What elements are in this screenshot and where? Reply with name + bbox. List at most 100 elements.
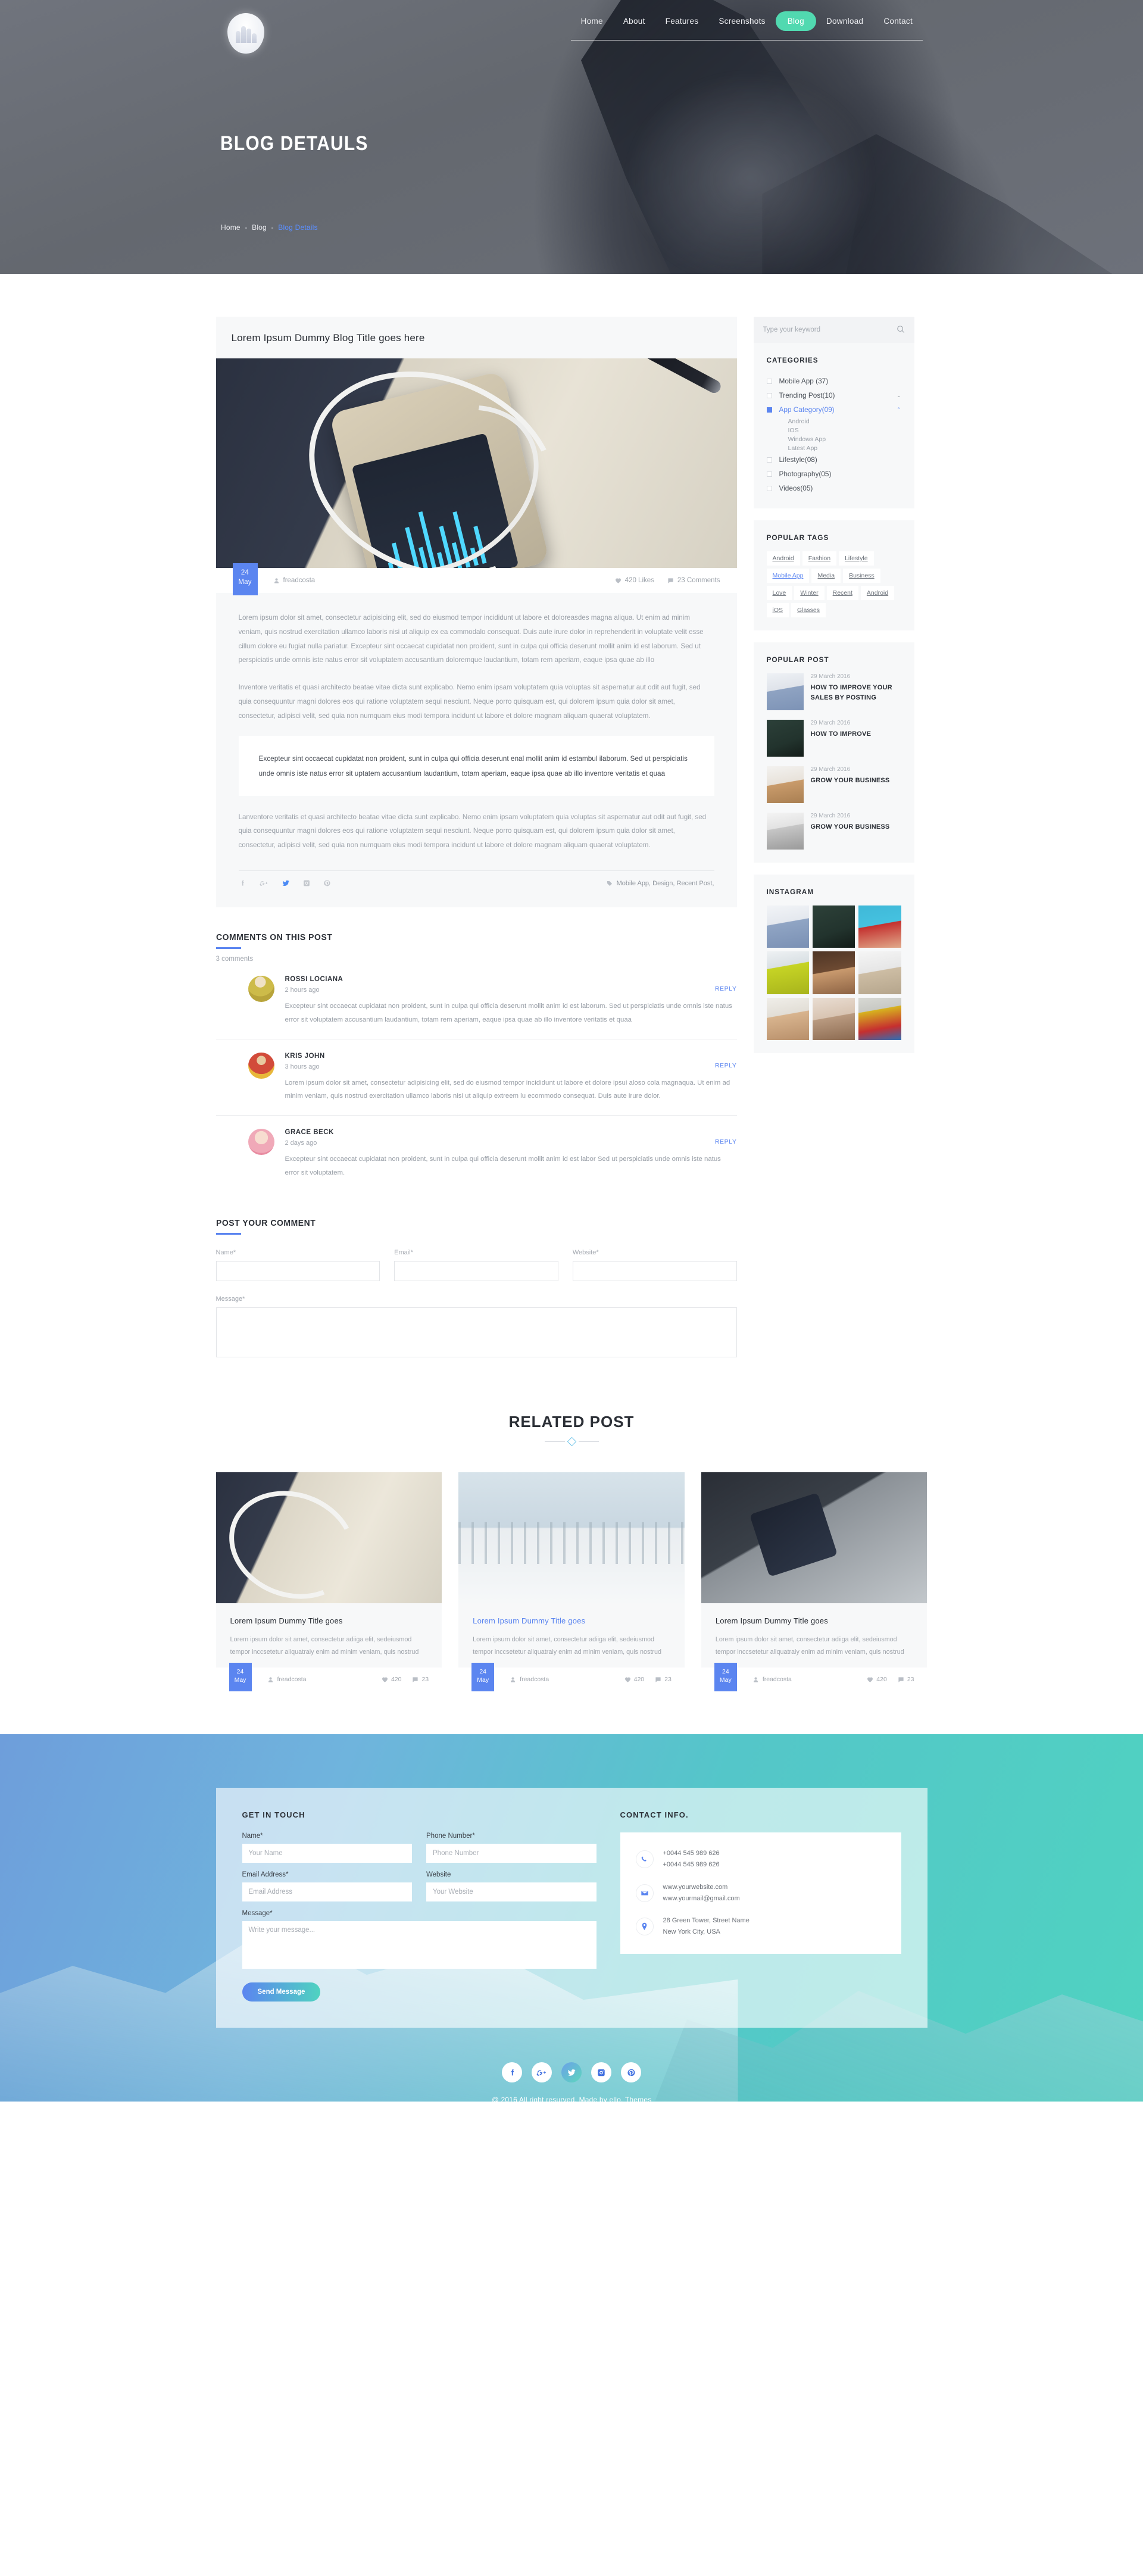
category-item-app-category[interactable]: App Category(09) ⌃ [766, 402, 901, 417]
comment-website-input[interactable] [572, 1260, 737, 1281]
twitter-icon[interactable] [561, 2062, 582, 2083]
footer-message-textarea[interactable] [242, 1921, 597, 1969]
category-item-lifestyle[interactable]: Lifestyle(08) [766, 452, 901, 467]
instagram-thumb[interactable] [858, 997, 901, 1041]
instagram-thumb[interactable] [766, 905, 809, 948]
nav-item-home[interactable]: Home [571, 11, 613, 32]
instagram-thumb[interactable] [858, 905, 901, 948]
comment-author: GRACE BECK [285, 1129, 334, 1136]
comment-item: GRACE BECK 2 days ago REPLY Excepteur si… [216, 1116, 737, 1192]
related-post-card[interactable]: Lorem Ipsum Dummy Title goes Lorem ipsum… [458, 1472, 685, 1692]
chevron-up-icon[interactable]: ⌃ [897, 407, 901, 413]
tag-chip[interactable]: Media [811, 569, 841, 583]
popular-post-item[interactable]: 29 March 2016 GROW YOUR BUSINESS [766, 766, 901, 803]
nav-item-contact[interactable]: Contact [873, 11, 923, 32]
category-item-photography[interactable]: Photography(05) [766, 467, 901, 481]
pinterest-icon[interactable] [621, 2062, 641, 2083]
related-post-card[interactable]: Lorem Ipsum Dummy Title goes Lorem ipsum… [701, 1472, 927, 1692]
popular-post-item[interactable]: 29 March 2016 GROW YOUR BUSINESS [766, 813, 901, 850]
google-plus-icon[interactable] [260, 879, 268, 887]
contact-address-2: New York City, USA [663, 1928, 720, 1936]
post-blockquote: Excepteur sint occaecat cupidatat non pr… [238, 736, 714, 796]
category-checkbox[interactable] [766, 407, 772, 413]
tag-chip[interactable]: iOS [766, 603, 789, 617]
instagram-icon[interactable] [591, 2062, 611, 2083]
category-checkbox[interactable] [766, 485, 772, 491]
footer-website-input[interactable] [426, 1882, 597, 1902]
subcategory-item[interactable]: Latest App [788, 444, 901, 452]
post-paragraph-3: Lanventore veritatis et quasi architecto… [238, 813, 707, 850]
instagram-thumb[interactable] [766, 997, 809, 1041]
breadcrumb-home[interactable]: Home [221, 223, 241, 232]
tag-chip[interactable]: Lifestyle [839, 551, 874, 566]
comment-reply-link[interactable]: REPLY [715, 1138, 737, 1145]
popular-post-title: POPULAR POST [766, 655, 829, 664]
subcategory-item[interactable]: IOS [788, 426, 901, 435]
chevron-down-icon[interactable]: ⌄ [897, 392, 901, 399]
tag-chip[interactable]: Business [843, 569, 880, 583]
related-post-card[interactable]: Lorem Ipsum Dummy Title goes Lorem ipsum… [216, 1472, 442, 1692]
popular-post-date: 29 March 2016 [810, 766, 851, 773]
tag-chip[interactable]: Fashion [802, 551, 837, 566]
tag-chip[interactable]: Android [860, 586, 895, 600]
instagram-thumb[interactable] [766, 951, 809, 994]
facebook-icon[interactable] [239, 879, 246, 887]
google-plus-icon[interactable] [532, 2062, 552, 2083]
related-post-likes-count: 420 [391, 1676, 402, 1684]
popular-post-item[interactable]: 29 March 2016 HOW TO IMPROVE [766, 720, 901, 757]
footer-name-input[interactable] [242, 1844, 412, 1863]
breadcrumb-blog[interactable]: Blog [252, 223, 267, 232]
pinterest-icon[interactable] [323, 879, 330, 887]
category-checkbox[interactable] [766, 457, 772, 463]
popular-post-item[interactable]: 29 March 2016 HOW TO IMPROVE YOUR SALES … [766, 673, 901, 710]
search-input[interactable] [753, 317, 897, 343]
related-post-excerpt: Lorem ipsum dolor sit amet, consectetur … [715, 1635, 904, 1656]
comment-email-input[interactable] [394, 1260, 558, 1281]
nav-item-blog[interactable]: Blog [775, 11, 816, 31]
tag-chip[interactable]: Winter [794, 586, 825, 600]
nav-item-about[interactable]: About [613, 11, 655, 32]
category-item-trending-post[interactable]: Trending Post(10) ⌄ [766, 388, 901, 402]
tag-chip[interactable]: Mobile App [766, 569, 810, 583]
related-post-likes-count: 420 [876, 1676, 887, 1684]
category-item-mobile-app[interactable]: Mobile App (37) [766, 374, 901, 388]
related-post-date-day: 24 [722, 1668, 729, 1676]
nav-item-features[interactable]: Features [655, 11, 709, 32]
category-checkbox[interactable] [766, 378, 772, 384]
twitter-icon[interactable] [282, 879, 290, 887]
instagram-thumb[interactable] [812, 997, 855, 1041]
comment-name-input[interactable] [216, 1260, 380, 1281]
categories-title: CATEGORIES [766, 356, 819, 364]
nav-item-download[interactable]: Download [816, 11, 873, 32]
related-post-likes: 420 [382, 1676, 402, 1684]
site-logo[interactable] [227, 13, 264, 54]
instagram-title: INSTAGRAM [766, 888, 814, 896]
popular-post-thumbnail [766, 673, 804, 710]
comment-message-textarea[interactable] [216, 1307, 737, 1357]
tag-chip[interactable]: Android [766, 551, 800, 566]
footer-email-input[interactable] [242, 1882, 412, 1902]
tag-chip[interactable]: Recent [826, 586, 858, 600]
tag-chip[interactable]: Glasses [791, 603, 826, 617]
related-post-title: Lorem Ipsum Dummy Title goes [473, 1616, 586, 1625]
post-footer: Mobile App, Design, Recent Post, [238, 870, 714, 897]
subcategory-item[interactable]: Windows App [788, 435, 901, 444]
instagram-icon[interactable] [303, 879, 310, 887]
related-post-image [216, 1472, 442, 1603]
search-button[interactable] [897, 325, 914, 335]
comment-reply-link[interactable]: REPLY [715, 1062, 737, 1069]
instagram-thumb[interactable] [812, 951, 855, 994]
comment-reply-link[interactable]: REPLY [715, 985, 737, 992]
facebook-icon[interactable] [502, 2062, 522, 2083]
category-item-videos[interactable]: Videos(05) [766, 481, 901, 495]
instagram-thumb[interactable] [812, 905, 855, 948]
subcategory-item[interactable]: Android [788, 417, 901, 426]
tag-chip[interactable]: Love [766, 586, 792, 600]
category-checkbox[interactable] [766, 392, 772, 398]
send-message-button[interactable]: Send Message [242, 1982, 321, 2002]
nav-item-screenshots[interactable]: Screenshots [708, 11, 775, 32]
footer-phone-input[interactable] [426, 1844, 597, 1863]
instagram-thumb[interactable] [858, 951, 901, 994]
footer-phone-label: Phone Number* [426, 1832, 475, 1840]
category-checkbox[interactable] [766, 471, 772, 477]
